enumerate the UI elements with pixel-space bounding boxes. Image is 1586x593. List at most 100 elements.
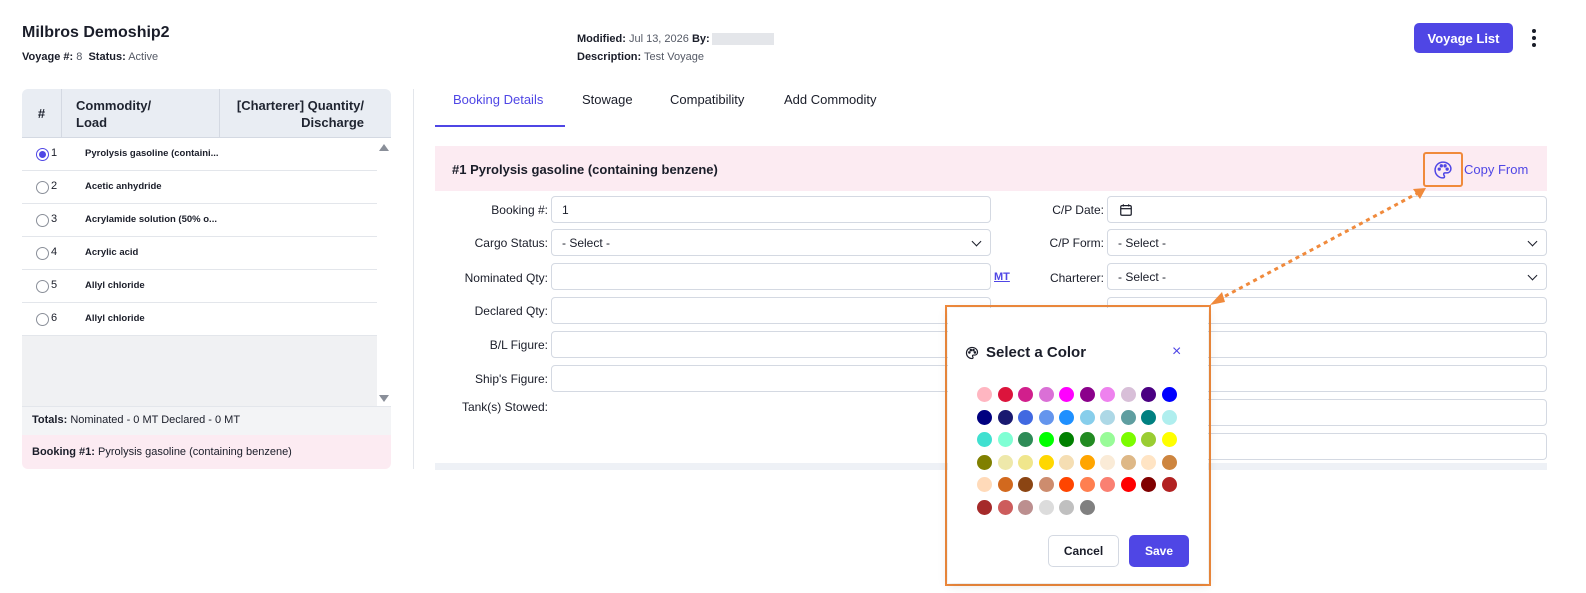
color-swatch[interactable] (1059, 409, 1074, 425)
close-icon[interactable]: × (1172, 343, 1181, 361)
copy-from-link[interactable]: Copy From (1464, 162, 1528, 177)
color-swatch[interactable] (1161, 409, 1177, 425)
color-swatch[interactable] (1018, 409, 1033, 425)
charterer-select[interactable]: - Select - (1107, 263, 1547, 290)
save-button[interactable]: Save (1129, 535, 1189, 567)
color-swatch[interactable] (977, 499, 992, 515)
color-swatch[interactable] (1079, 409, 1095, 425)
color-swatch[interactable] (1018, 387, 1033, 402)
nominated-qty-input[interactable] (551, 263, 991, 290)
tab-stowage[interactable]: Stowage (582, 92, 633, 107)
color-swatch[interactable] (1141, 477, 1156, 492)
color-swatch[interactable] (1079, 477, 1095, 492)
color-swatch[interactable] (977, 477, 992, 492)
tab-compatibility[interactable]: Compatibility (670, 92, 744, 107)
color-swatch[interactable] (1100, 432, 1115, 447)
color-swatch[interactable] (997, 499, 1013, 515)
color-swatch[interactable] (1079, 454, 1095, 470)
table-row[interactable]: 4 Acrylic acid (22, 237, 377, 270)
color-swatch[interactable] (1018, 454, 1033, 470)
voyage-label: Voyage #: (22, 51, 74, 63)
color-swatch[interactable] (1120, 432, 1136, 447)
table-row[interactable]: 5 Allyl chloride (22, 270, 377, 303)
color-swatch[interactable] (1161, 387, 1177, 402)
color-swatch[interactable] (1120, 409, 1136, 425)
table-row[interactable]: 1 Pyrolysis gasoline (containi... (22, 138, 377, 171)
modified-meta: Modified: Jul 13, 2026 By: (577, 33, 774, 46)
color-swatch[interactable] (1161, 477, 1177, 492)
color-swatch[interactable] (1141, 387, 1156, 402)
color-swatch[interactable] (1059, 454, 1074, 470)
color-swatch[interactable] (1018, 499, 1033, 515)
color-swatch[interactable] (1038, 432, 1054, 447)
cp-date-input[interactable] (1107, 196, 1547, 223)
color-swatch[interactable] (1141, 409, 1156, 425)
ships-figure-input[interactable] (551, 365, 991, 392)
row-commodity: Acrylamide solution (50% o... (85, 214, 217, 225)
color-swatch[interactable] (1038, 499, 1054, 515)
tab-booking-details[interactable]: Booking Details (453, 92, 543, 107)
color-swatch[interactable] (1079, 499, 1095, 515)
cancel-button[interactable]: Cancel (1048, 535, 1119, 567)
row-radio[interactable] (36, 280, 49, 293)
color-swatch[interactable] (1100, 409, 1115, 425)
color-swatch[interactable] (1141, 432, 1156, 447)
row-radio[interactable] (36, 181, 49, 194)
color-swatch[interactable] (1018, 432, 1033, 447)
table-row[interactable]: 3 Acrylamide solution (50% o... (22, 204, 377, 237)
table-row[interactable]: 6 Allyl chloride (22, 303, 377, 336)
color-swatch[interactable] (1059, 499, 1074, 515)
color-swatch[interactable] (977, 432, 992, 447)
color-swatch[interactable] (1100, 387, 1115, 402)
color-swatch[interactable] (1038, 454, 1054, 470)
color-swatch[interactable] (1100, 454, 1115, 470)
color-swatch[interactable] (1161, 432, 1177, 447)
declared-qty-input[interactable] (551, 297, 991, 324)
cargo-status-value: - Select - (562, 236, 611, 250)
declared-qty-label: Declared Qty: (474, 304, 548, 318)
color-swatch[interactable] (1120, 454, 1136, 470)
color-swatch[interactable] (997, 387, 1013, 402)
row-commodity: Allyl chloride (85, 313, 145, 324)
color-swatch[interactable] (977, 409, 992, 425)
color-swatch[interactable] (977, 454, 992, 470)
row-radio[interactable] (36, 148, 49, 161)
row-radio[interactable] (36, 214, 49, 227)
tab-add-commodity[interactable]: Add Commodity (784, 92, 876, 107)
color-swatch[interactable] (1141, 454, 1156, 470)
color-swatch[interactable] (1161, 454, 1177, 470)
color-swatch[interactable] (1038, 477, 1054, 492)
scroll-up-icon[interactable] (379, 144, 389, 151)
table-row[interactable]: 2 Acetic anhydride (22, 171, 377, 204)
color-swatch[interactable] (1120, 387, 1136, 402)
color-swatch[interactable] (1038, 387, 1054, 402)
color-swatch[interactable] (997, 454, 1013, 470)
color-swatch[interactable] (1079, 387, 1095, 402)
palette-icon[interactable] (1423, 152, 1463, 187)
color-swatch[interactable] (977, 387, 992, 402)
color-swatch[interactable] (997, 432, 1013, 447)
color-swatch[interactable] (997, 477, 1013, 492)
color-swatch[interactable] (1038, 409, 1054, 425)
scroll-down-icon[interactable] (379, 395, 389, 402)
color-swatch[interactable] (1120, 477, 1136, 492)
voyage-list-button[interactable]: Voyage List (1414, 23, 1513, 53)
row-radio[interactable] (36, 313, 49, 326)
table-scrollbar[interactable] (377, 138, 391, 406)
row-radio[interactable] (36, 247, 49, 260)
booking-no-input[interactable]: 1 (551, 196, 991, 223)
cp-form-select[interactable]: - Select - (1107, 229, 1547, 256)
cargo-status-select[interactable]: - Select - (551, 229, 991, 256)
color-swatch[interactable] (1059, 477, 1074, 492)
color-swatch[interactable] (1059, 387, 1074, 402)
calendar-icon[interactable] (1119, 203, 1133, 217)
kebab-menu-icon[interactable] (1527, 27, 1541, 49)
color-swatch[interactable] (1079, 432, 1095, 447)
modal-title: Select a Color (986, 344, 1087, 361)
unit-mt-link[interactable]: MT (994, 271, 1010, 283)
color-swatch[interactable] (1100, 477, 1115, 492)
color-swatch[interactable] (1018, 477, 1033, 492)
color-swatch[interactable] (1059, 432, 1074, 447)
color-swatch[interactable] (997, 409, 1013, 425)
bl-figure-input[interactable] (551, 331, 991, 358)
